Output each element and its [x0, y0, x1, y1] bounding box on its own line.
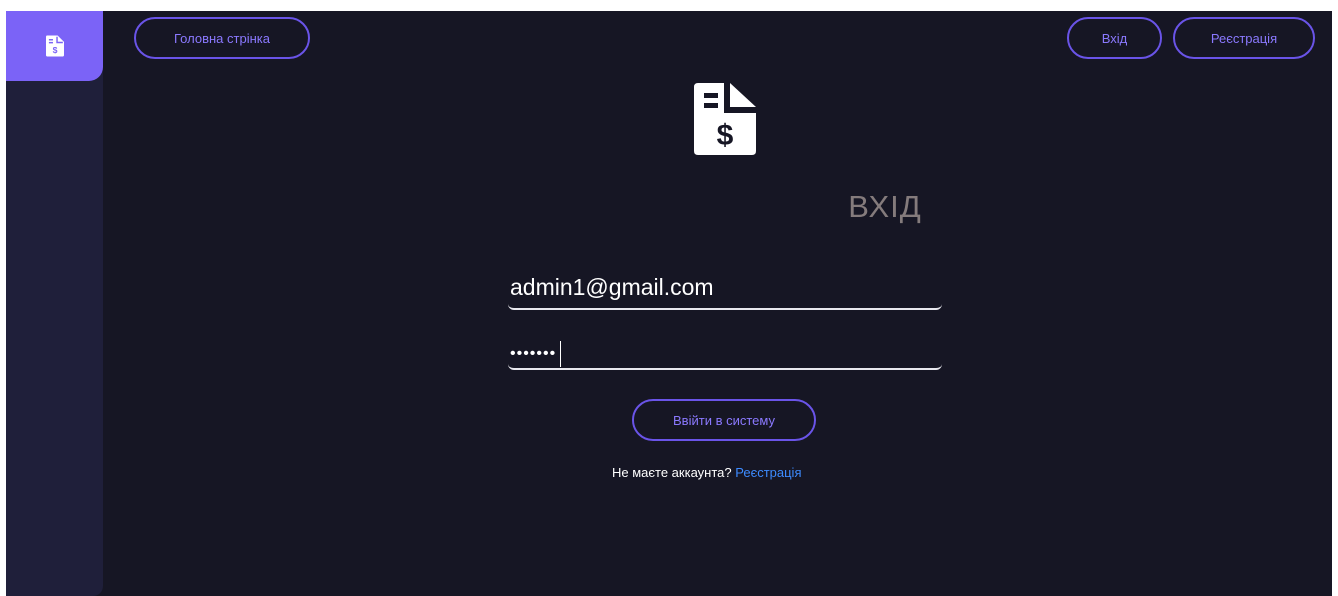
password-field[interactable]: ••••••• [508, 324, 942, 370]
login-title-wrap: ВХІД [6, 189, 1332, 225]
login-nav-button[interactable]: Вхід [1067, 17, 1162, 59]
email-value: admin1@gmail.com [510, 274, 714, 300]
register-nav-button[interactable]: Реєстрація [1173, 17, 1315, 59]
email-field[interactable]: admin1@gmail.com [508, 264, 942, 310]
svg-text:$: $ [717, 119, 734, 152]
password-value: ••••••• [510, 341, 562, 367]
text-caret [560, 341, 562, 367]
svg-text:$: $ [52, 45, 57, 55]
register-link[interactable]: Реєстрація [735, 465, 801, 480]
receipt-dollar-icon: $ [45, 35, 64, 57]
sidebar: $ [6, 11, 103, 596]
app-window: $ Головна стрінка Вхід Реєстрація $ ВХІД… [6, 11, 1332, 596]
no-account-text: Не маєте аккаунта? [612, 465, 732, 480]
receipt-dollar-icon: $ [694, 83, 756, 155]
home-button[interactable]: Головна стрінка [134, 17, 310, 59]
page-title: ВХІД [848, 189, 922, 224]
sidebar-logo-button[interactable]: $ [6, 11, 103, 81]
login-submit-button[interactable]: Ввійти в систему [632, 399, 816, 441]
password-mask: ••••••• [510, 345, 557, 362]
